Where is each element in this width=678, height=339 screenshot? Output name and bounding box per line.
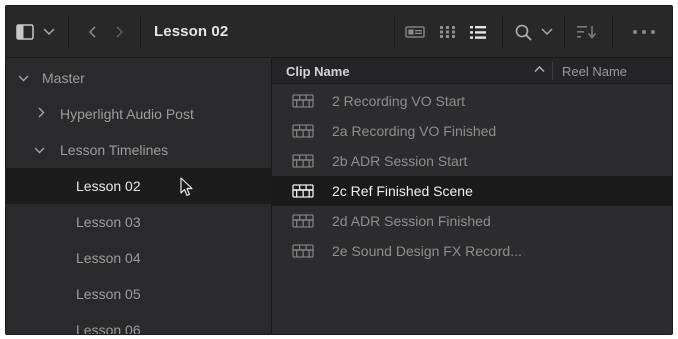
- table-row[interactable]: 2b ADR Session Start: [272, 146, 672, 176]
- column-header-reel-name[interactable]: Reel Name: [562, 64, 627, 79]
- timeline-icon: [292, 184, 314, 198]
- chevron-right-icon[interactable]: [38, 107, 45, 121]
- toolbar-divider: [564, 16, 565, 48]
- chevron-down-icon[interactable]: [538, 23, 556, 41]
- search-icon[interactable]: [512, 21, 534, 43]
- sidebar-item-label: Lesson 06: [76, 322, 141, 335]
- table-row[interactable]: 2e Sound Design FX Record...: [272, 236, 672, 266]
- sidebar-item-lesson-05[interactable]: Lesson 05: [6, 276, 272, 312]
- table-row[interactable]: 2d ADR Session Finished: [272, 206, 672, 236]
- timeline-icon: [292, 154, 314, 168]
- sidebar-item-lesson-04[interactable]: Lesson 04: [6, 240, 272, 276]
- toolbar-divider: [394, 16, 395, 48]
- chevron-down-icon[interactable]: [18, 71, 29, 85]
- mouse-cursor-icon: [180, 177, 194, 200]
- column-header-clip-name[interactable]: Clip Name: [286, 64, 350, 79]
- table-row[interactable]: 2a Recording VO Finished: [272, 116, 672, 146]
- timeline-icon: [292, 124, 314, 138]
- sort-icon[interactable]: [574, 21, 600, 43]
- clip-name: 2 Recording VO Start: [332, 93, 466, 109]
- toolbar-divider: [502, 16, 503, 48]
- clip-name: 2c Ref Finished Scene: [332, 183, 473, 199]
- media-pool-window: Lesson 02 Master Hyperlight Audio Post L…: [5, 5, 673, 335]
- timeline-icon: [292, 214, 314, 228]
- toolbar-divider: [140, 16, 141, 48]
- clip-name: 2e Sound Design FX Record...: [332, 243, 522, 259]
- sidebar-item-label: Lesson 03: [76, 214, 141, 230]
- list-header: Clip Name Reel Name: [272, 58, 672, 84]
- forward-arrow-icon[interactable]: [112, 23, 128, 41]
- breadcrumb-title: Lesson 02: [154, 23, 229, 40]
- back-arrow-icon[interactable]: [84, 23, 100, 41]
- sort-ascending-icon[interactable]: [534, 62, 545, 76]
- toolbar-divider: [612, 16, 613, 48]
- table-row[interactable]: 2 Recording VO Start: [272, 86, 672, 116]
- clip-name: 2b ADR Session Start: [332, 153, 468, 169]
- list-view-icon[interactable]: [466, 21, 490, 43]
- timeline-icon: [292, 94, 314, 108]
- column-divider[interactable]: [552, 62, 553, 80]
- timeline-icon: [292, 244, 314, 258]
- sidebar-item-label: Lesson Timelines: [60, 142, 169, 158]
- sidebar-item-label: Master: [42, 70, 85, 86]
- bin-sidebar: Master Hyperlight Audio Post Lesson Time…: [6, 58, 272, 335]
- sidebar-item-master[interactable]: Master: [6, 60, 272, 96]
- clip-name: 2a Recording VO Finished: [332, 123, 497, 139]
- sidebar-item-label: Lesson 02: [76, 178, 141, 194]
- table-row-selected[interactable]: 2c Ref Finished Scene: [272, 176, 672, 206]
- clip-list: Clip Name Reel Name 2 Recording VO Start…: [272, 58, 672, 334]
- sidebar-item-lesson-03[interactable]: Lesson 03: [6, 204, 272, 240]
- filmstrip-view-icon[interactable]: [402, 21, 428, 43]
- toolbar-divider: [68, 16, 69, 48]
- sidebar-item-label: Lesson 04: [76, 250, 141, 266]
- sidebar-item-lesson-02[interactable]: Lesson 02: [6, 168, 272, 204]
- chevron-down-icon[interactable]: [40, 23, 58, 41]
- more-options-icon[interactable]: [624, 21, 664, 43]
- chevron-down-icon[interactable]: [34, 143, 45, 157]
- sidebar-item-label: Hyperlight Audio Post: [60, 106, 194, 122]
- toolbar: Lesson 02: [6, 6, 672, 58]
- sidebar-item-lesson-timelines[interactable]: Lesson Timelines: [6, 132, 272, 168]
- sidebar-item-lesson-06[interactable]: Lesson 06: [6, 312, 272, 335]
- clip-name: 2d ADR Session Finished: [332, 213, 491, 229]
- sidebar-item-hyperlight-audio-post[interactable]: Hyperlight Audio Post: [6, 96, 272, 132]
- sidebar-toggle-icon[interactable]: [14, 21, 36, 43]
- sidebar-item-label: Lesson 05: [76, 286, 141, 302]
- thumbnail-view-icon[interactable]: [436, 21, 460, 43]
